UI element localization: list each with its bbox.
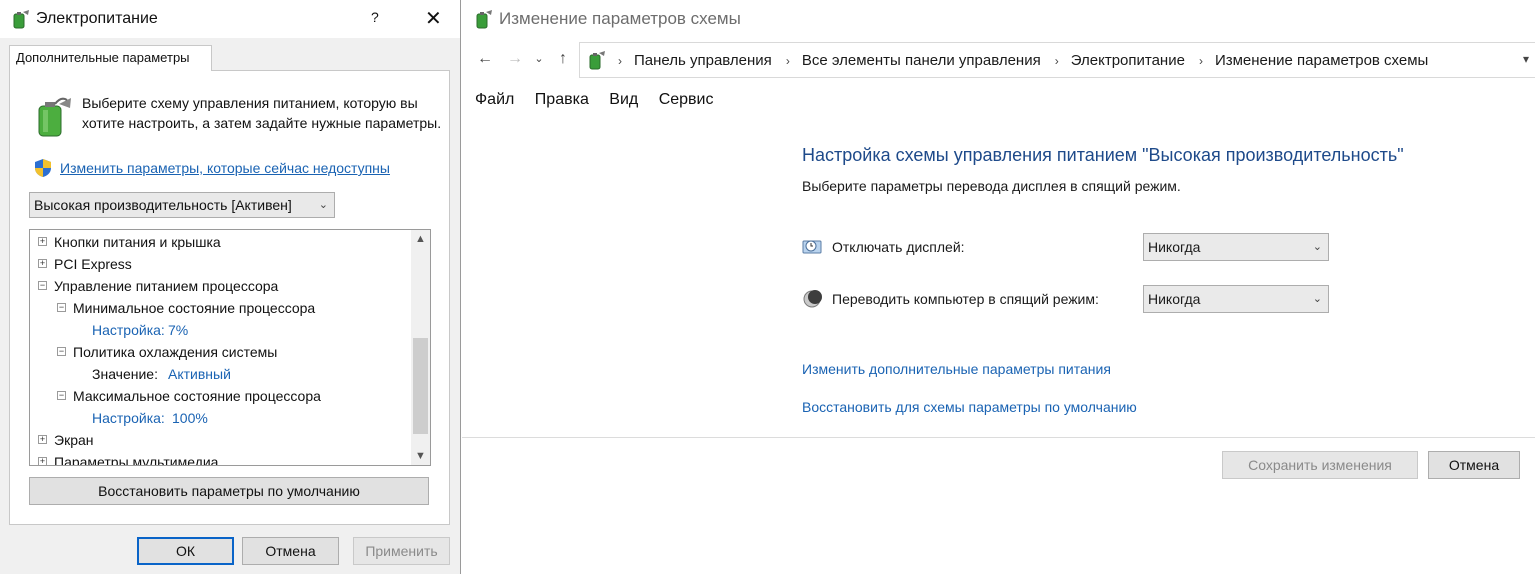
expand-plus-icon[interactable]: + — [38, 435, 47, 444]
up-arrow-icon[interactable]: ↑ — [553, 49, 573, 69]
tree-item-label: Экран — [54, 432, 94, 448]
cancel-button[interactable]: Отмена — [1428, 451, 1520, 479]
collapse-minus-icon[interactable]: − — [57, 303, 66, 312]
cancel-button[interactable]: Отмена — [242, 537, 339, 565]
ok-button[interactable]: ОК — [137, 537, 234, 565]
battery-plug-icon — [13, 10, 29, 29]
breadcrumb-item[interactable]: Панель управления — [634, 52, 772, 69]
menu-file[interactable]: Файл — [475, 91, 514, 108]
setting-key: Настройка: — [92, 410, 165, 426]
tree-item-label: Параметры мультимедиа — [54, 454, 219, 466]
advanced-settings-link[interactable]: Изменить дополнительные параметры питани… — [802, 361, 1111, 377]
tree-item-label: Максимальное состояние процессора — [73, 388, 321, 404]
expand-plus-icon[interactable]: + — [38, 259, 47, 268]
dialog-description: Выберите схему управления питанием, кото… — [82, 95, 442, 131]
content-header: Настройка схемы управления питанием "Выс… — [802, 145, 1404, 194]
menu-edit[interactable]: Правка — [535, 91, 589, 108]
display-off-value: Никогда — [1148, 239, 1201, 255]
expand-plus-icon[interactable]: + — [38, 457, 47, 465]
settings-tree[interactable]: + Кнопки питания и крышка + PCI Express … — [29, 229, 431, 466]
sleep-value: Никогда — [1148, 291, 1201, 307]
tab-advanced-settings[interactable]: Дополнительные параметры — [9, 45, 212, 71]
scroll-down-icon[interactable]: ▼ — [415, 450, 426, 462]
chevron-down-icon[interactable]: ▾ — [1523, 52, 1529, 66]
breadcrumb-item[interactable]: Изменение параметров схемы — [1215, 52, 1428, 69]
collapse-minus-icon[interactable]: − — [57, 391, 66, 400]
tree-item-label: Кнопки питания и крышка — [54, 234, 221, 250]
breadcrumb-item[interactable]: Электропитание — [1071, 52, 1185, 69]
back-arrow-icon[interactable]: ← — [475, 49, 495, 69]
battery-plug-icon — [476, 10, 492, 29]
battery-plug-icon — [38, 97, 71, 137]
chevron-right-icon: › — [1054, 54, 1059, 68]
forward-arrow-icon[interactable]: → — [505, 49, 525, 69]
monitor-clock-icon — [802, 240, 822, 254]
page-subtext: Выберите параметры перевода дисплея в сп… — [802, 178, 1181, 194]
page-heading: Настройка схемы управления питанием "Выс… — [802, 145, 1404, 165]
breadcrumb: › Панель управления › Все элементы панели у… — [610, 52, 1428, 69]
chevron-right-icon: › — [618, 54, 622, 68]
uac-shield-icon — [35, 159, 51, 177]
dialog-titlebar: Электропитание ? ✕ — [0, 0, 460, 38]
power-scheme-value: Высокая производительность [Активен] — [34, 197, 292, 213]
address-bar[interactable]: › Панель управления › Все элементы панели у… — [579, 42, 1535, 78]
chevron-down-icon: ⌄ — [1312, 241, 1322, 253]
setting-value[interactable]: 7% — [168, 322, 188, 338]
battery-plug-icon — [589, 51, 605, 70]
tab-panel: Выберите схему управления питанием, кото… — [9, 70, 450, 525]
restore-defaults-link[interactable]: Восстановить для схемы параметры по умол… — [802, 399, 1137, 415]
tree-item-label: Минимальное состояние процессора — [73, 300, 316, 316]
setting-key: Настройка: — [92, 322, 165, 338]
sleep-select[interactable]: Никогда ⌄ — [1143, 285, 1329, 313]
window-titlebar: Изменение параметров схемы — [462, 0, 1535, 38]
expand-plus-icon[interactable]: + — [38, 237, 47, 246]
scrollbar-thumb[interactable] — [413, 338, 428, 434]
display-off-label: Отключать дисплей: — [832, 239, 965, 255]
menu-service[interactable]: Сервис — [659, 91, 714, 108]
menu-bar: Файл Правка Вид Сервис — [475, 91, 730, 109]
chevron-right-icon: › — [785, 54, 790, 68]
breadcrumb-item[interactable]: Все элементы панели управления — [802, 52, 1041, 69]
address-row: ← → ⌄ ↑ › Панель управления › Все элементы … — [462, 40, 1535, 78]
display-off-select[interactable]: Никогда ⌄ — [1143, 233, 1329, 261]
tree-item-label: Политика охлаждения системы — [73, 344, 278, 360]
restore-defaults-button[interactable]: Восстановить параметры по умолчанию — [29, 477, 429, 505]
help-icon[interactable]: ? — [371, 9, 379, 25]
scroll-up-icon[interactable]: ▲ — [415, 233, 426, 245]
save-changes-button[interactable]: Сохранить изменения — [1222, 451, 1418, 479]
chevron-down-icon: ⌄ — [318, 199, 328, 211]
chevron-right-icon: › — [1198, 54, 1203, 68]
tree-item-label: PCI Express — [54, 256, 132, 272]
power-scheme-select[interactable]: Высокая производительность [Активен] ⌄ — [29, 192, 335, 218]
setting-value[interactable]: 100% — [172, 410, 208, 426]
recent-chevron-down-icon[interactable]: ⌄ — [529, 49, 549, 69]
apply-button[interactable]: Применить — [353, 537, 450, 565]
moon-icon — [803, 290, 822, 308]
divider — [462, 437, 1535, 438]
collapse-minus-icon[interactable]: − — [57, 347, 66, 356]
control-panel-window: Изменение параметров схемы ← → ⌄ ↑ › Пане… — [462, 0, 1535, 574]
setting-value[interactable]: Активный — [168, 366, 231, 382]
sleep-label: Переводить компьютер в спящий режим: — [832, 291, 1099, 307]
setting-key: Значение: — [92, 366, 158, 382]
dialog-title: Электропитание — [36, 10, 158, 27]
tree-item-label: Управление питанием процессора — [54, 278, 279, 294]
tree-scrollbar[interactable]: ▲ ▼ — [411, 230, 430, 465]
window-title: Изменение параметров схемы — [499, 9, 741, 28]
change-unavailable-settings-link[interactable]: Изменить параметры, которые сейчас недос… — [60, 160, 390, 176]
close-icon[interactable]: ✕ — [425, 6, 442, 31]
menu-view[interactable]: Вид — [609, 91, 638, 108]
chevron-down-icon: ⌄ — [1312, 293, 1322, 305]
power-options-dialog: Электропитание ? ✕ Дополнительные параме… — [0, 0, 461, 574]
collapse-minus-icon[interactable]: − — [38, 281, 47, 290]
